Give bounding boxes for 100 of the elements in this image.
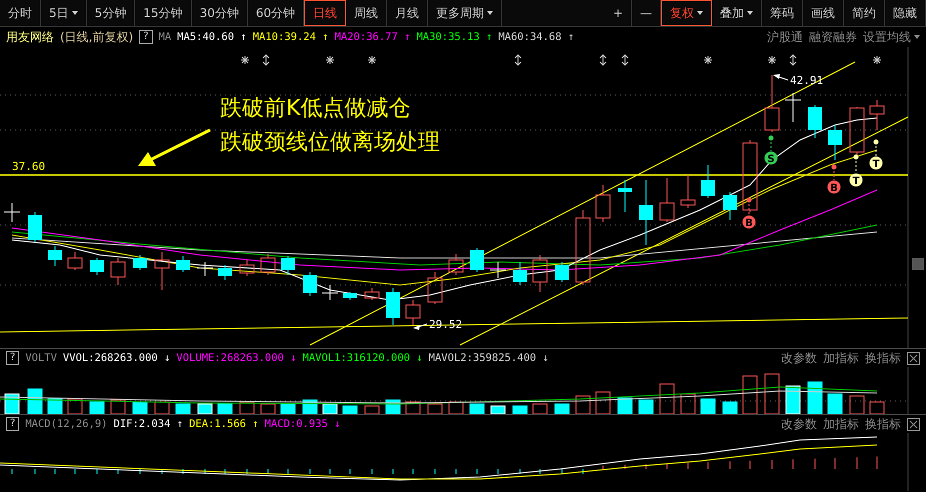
indicator-value: VOLUME:268263.000 ↓ bbox=[176, 352, 297, 364]
indicator-name: MA bbox=[158, 31, 172, 43]
volume-bar bbox=[198, 404, 212, 414]
volume-bar bbox=[680, 394, 696, 414]
candlestick bbox=[870, 100, 884, 130]
candlestick bbox=[154, 252, 170, 290]
volume-bar bbox=[596, 392, 610, 414]
volume-bar bbox=[618, 398, 632, 414]
up-down-arrow-icon bbox=[262, 54, 270, 66]
asterisk-icon bbox=[326, 56, 334, 64]
candlestick bbox=[48, 246, 62, 266]
volume-bar bbox=[512, 406, 528, 414]
settings-dropdown[interactable]: 设置均线 bbox=[863, 28, 920, 46]
candlestick bbox=[680, 174, 696, 208]
candlestick bbox=[386, 288, 400, 326]
help-button[interactable]: ? bbox=[139, 30, 152, 44]
indicator-value: MACD:0.935 ↓ bbox=[264, 418, 340, 430]
close-icon[interactable] bbox=[907, 352, 920, 364]
period-tab[interactable]: 复权 bbox=[661, 0, 712, 26]
candlestick bbox=[406, 300, 420, 326]
indicator-value: MAVOL1:316120.000 ↓ bbox=[302, 352, 423, 364]
close-icon[interactable] bbox=[907, 418, 920, 430]
candlestick bbox=[532, 254, 548, 292]
volume-bar bbox=[406, 402, 420, 414]
help-button[interactable]: ? bbox=[6, 351, 20, 365]
volume-bar bbox=[48, 398, 62, 414]
candlestick bbox=[850, 106, 864, 156]
volume-bar bbox=[742, 376, 758, 414]
scrollbar-thumb[interactable] bbox=[912, 258, 924, 270]
candlestick bbox=[133, 254, 147, 270]
candlestick bbox=[764, 74, 780, 132]
candlestick bbox=[428, 272, 442, 304]
volume-bar bbox=[176, 404, 190, 414]
indicator-value: MA10:39.24 ↑ bbox=[252, 31, 329, 43]
candlestick bbox=[808, 104, 822, 138]
volume-bar bbox=[490, 406, 506, 414]
volume-bar bbox=[240, 402, 254, 414]
volume-bar bbox=[342, 406, 358, 414]
volume-bar bbox=[90, 402, 104, 414]
indicator-name: VOLTV bbox=[25, 352, 57, 364]
indicator-action-link[interactable]: 换指标 bbox=[865, 416, 901, 432]
candlestick bbox=[260, 254, 276, 276]
volume-bar bbox=[448, 402, 464, 414]
indicator-action-link[interactable]: 换指标 bbox=[865, 350, 901, 366]
volume-bar bbox=[850, 396, 864, 414]
volume-bar bbox=[110, 400, 126, 414]
candlestick bbox=[596, 184, 610, 222]
up-down-arrow-icon bbox=[514, 54, 522, 66]
indicator-value: VVOL:268263.000 ↓ bbox=[62, 352, 170, 364]
arrow-icon bbox=[138, 128, 211, 166]
candlestick bbox=[4, 202, 20, 222]
up-down-arrow-icon bbox=[790, 54, 796, 66]
volume-bar bbox=[700, 398, 716, 414]
indicator-action-link[interactable]: 改参数 bbox=[781, 416, 817, 432]
candlestick bbox=[723, 192, 737, 220]
indicator-value: MA5:40.60 ↑ bbox=[177, 31, 247, 43]
volume-bar bbox=[808, 382, 822, 414]
volume-bar bbox=[364, 406, 380, 414]
period-tab[interactable]: 日线 bbox=[304, 0, 346, 26]
volume-bar bbox=[722, 402, 738, 414]
candlestick bbox=[660, 178, 674, 222]
annotation-text: 跌破前K低点做减仓 bbox=[220, 96, 410, 121]
candlestick bbox=[701, 164, 715, 198]
indicator-action-link[interactable]: 加指标 bbox=[823, 350, 859, 366]
candlestick bbox=[110, 258, 126, 286]
candlestick bbox=[618, 180, 632, 212]
volume-bar bbox=[660, 384, 674, 414]
candlestick bbox=[784, 92, 802, 122]
candlestick bbox=[303, 272, 317, 296]
annotation-text: 跌破颈线位做离场处理 bbox=[220, 130, 440, 155]
feature-link[interactable]: 融资融券 bbox=[809, 28, 857, 46]
indicator-name: MACD(12,26,9) bbox=[25, 418, 108, 430]
volume-bar bbox=[576, 396, 590, 414]
candlestick bbox=[240, 260, 254, 276]
volume-bar bbox=[322, 404, 338, 414]
indicator-action-link[interactable]: 加指标 bbox=[823, 416, 859, 432]
indicator-value: MA60:34.68 ↑ bbox=[498, 31, 574, 43]
candlestick bbox=[490, 262, 506, 278]
volume-bar bbox=[554, 404, 570, 414]
indicator-value: MA30:35.13 ↑ bbox=[416, 31, 492, 43]
volume-bar bbox=[218, 404, 232, 414]
help-button[interactable]: ? bbox=[6, 417, 20, 431]
volume-bar bbox=[132, 402, 148, 414]
volume-bar bbox=[428, 404, 442, 414]
indicator-action-link[interactable]: 改参数 bbox=[781, 350, 817, 366]
candlestick bbox=[639, 180, 653, 246]
pointer-arrow bbox=[413, 324, 428, 330]
volume-bar bbox=[4, 394, 20, 414]
candlestick bbox=[218, 264, 232, 280]
candlestick bbox=[828, 124, 842, 160]
asterisk-icon bbox=[768, 56, 776, 64]
feature-link[interactable]: 沪股通 bbox=[767, 28, 803, 46]
candlestick bbox=[343, 292, 357, 300]
asterisk-icon bbox=[368, 56, 376, 64]
volume-bar bbox=[470, 404, 484, 414]
indicator-value: DIF:2.034 ↑ bbox=[114, 418, 184, 430]
price-label: 37.60 bbox=[12, 160, 46, 173]
candlestick bbox=[470, 248, 484, 272]
volume-bar bbox=[154, 402, 170, 414]
candlestick bbox=[28, 212, 42, 242]
